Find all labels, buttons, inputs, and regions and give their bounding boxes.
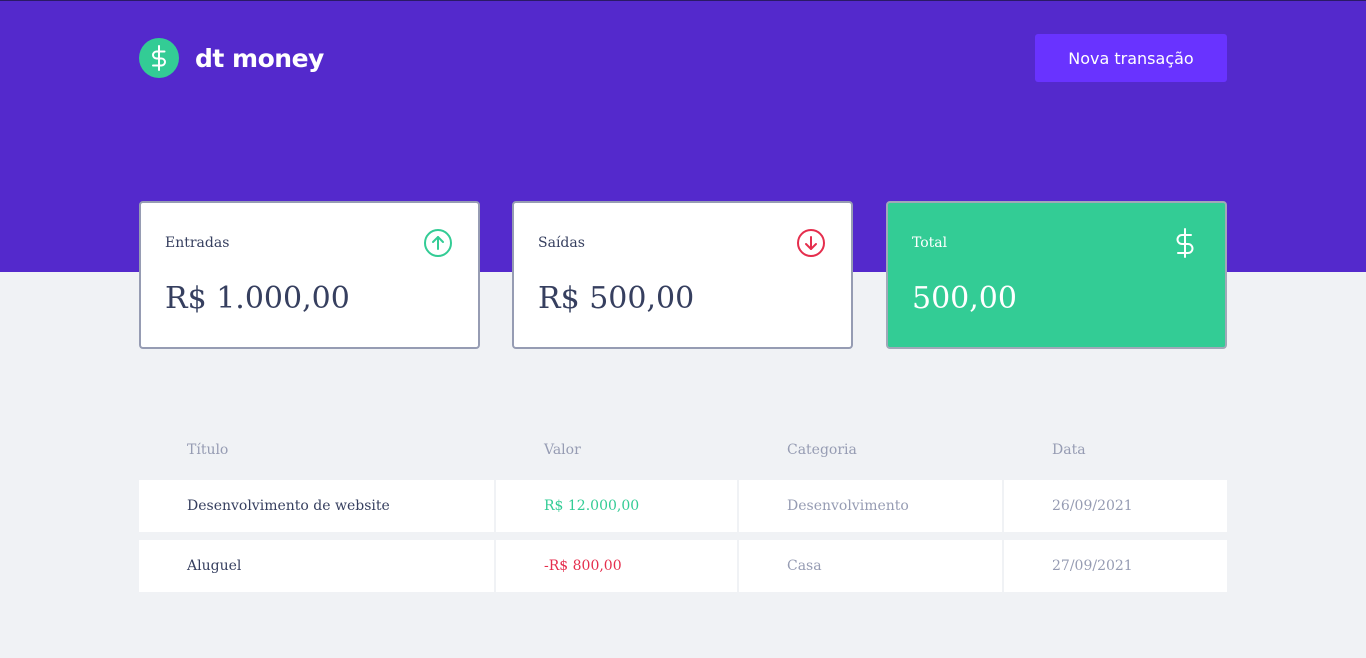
- transaction-date: 27/09/2021: [1004, 540, 1227, 592]
- transaction-amount: -R$ 800,00: [496, 540, 739, 592]
- column-header-category: Categoria: [787, 442, 857, 458]
- logo[interactable]: dt money: [139, 38, 324, 78]
- column-header-amount: Valor: [544, 442, 581, 458]
- transaction-date: 26/09/2021: [1004, 480, 1227, 532]
- income-card: Entradas R$ 1.000,00: [139, 201, 480, 349]
- income-value: R$ 1.000,00: [165, 281, 350, 316]
- transaction-title: Desenvolvimento de website: [139, 480, 496, 532]
- column-header-date: Data: [1052, 442, 1086, 458]
- income-label: Entradas: [165, 235, 230, 251]
- transaction-amount: R$ 12.000,00: [496, 480, 739, 532]
- transaction-category: Desenvolvimento: [739, 480, 1004, 532]
- table-header-row: Título Valor Categoria Data: [139, 434, 1227, 472]
- outcome-card: Saídas R$ 500,00: [512, 201, 853, 349]
- table-row[interactable]: Desenvolvimento de website R$ 12.000,00 …: [139, 480, 1227, 532]
- total-value: 500,00: [912, 281, 1017, 316]
- outcome-label: Saídas: [538, 235, 585, 251]
- arrow-down-circle-icon: [797, 229, 825, 257]
- outcome-value: R$ 500,00: [538, 281, 695, 316]
- total-label: Total: [912, 235, 948, 251]
- transaction-title: Aluguel: [139, 540, 496, 592]
- logo-text: dt money: [195, 43, 324, 73]
- transaction-category: Casa: [739, 540, 1004, 592]
- column-header-title: Título: [187, 442, 229, 458]
- dollar-sign-icon: [1176, 228, 1194, 258]
- arrow-up-circle-icon: [424, 229, 452, 257]
- new-transaction-button[interactable]: Nova transação: [1035, 34, 1227, 82]
- total-card: Total 500,00: [886, 201, 1227, 349]
- dollar-circle-icon: [139, 38, 179, 78]
- transactions-table: Título Valor Categoria Data Desenvolvime…: [139, 426, 1227, 600]
- table-row[interactable]: Aluguel -R$ 800,00 Casa 27/09/2021: [139, 540, 1227, 592]
